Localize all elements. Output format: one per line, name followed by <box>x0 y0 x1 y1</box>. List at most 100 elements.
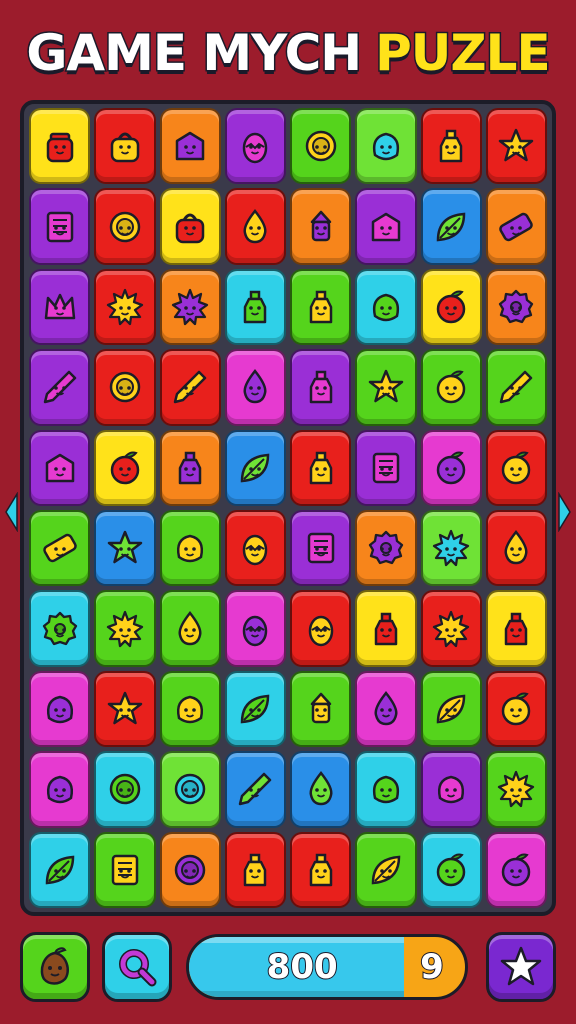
board-tile[interactable] <box>224 670 286 748</box>
board-tile[interactable] <box>290 188 352 265</box>
board-tile[interactable] <box>159 510 221 587</box>
board-tile[interactable] <box>355 349 417 426</box>
board-tile[interactable] <box>355 108 417 185</box>
board-tile[interactable] <box>290 590 352 667</box>
board-tile[interactable] <box>485 188 547 265</box>
board-tile[interactable] <box>159 429 221 506</box>
board-tile[interactable] <box>290 751 352 828</box>
board-tile[interactable] <box>290 670 352 748</box>
board-tile[interactable] <box>355 670 417 748</box>
board-tile[interactable] <box>159 831 221 908</box>
board-tile[interactable] <box>94 188 156 265</box>
board-tile[interactable] <box>420 108 482 185</box>
board-tile[interactable] <box>224 349 286 426</box>
board-tile[interactable] <box>290 510 352 587</box>
board-tile[interactable] <box>485 831 547 908</box>
board-tile[interactable] <box>485 429 547 506</box>
game-board <box>20 100 556 916</box>
board-tile[interactable] <box>355 590 417 667</box>
pencil-icon <box>239 773 272 806</box>
board-tile[interactable] <box>355 510 417 587</box>
lamp-icon <box>310 210 331 241</box>
star-button[interactable] <box>486 932 556 1002</box>
board-tile[interactable] <box>355 751 417 828</box>
board-tile[interactable] <box>94 751 156 828</box>
board-tile[interactable] <box>224 268 286 346</box>
board-tile[interactable] <box>29 510 91 587</box>
board-tile[interactable] <box>29 670 91 748</box>
scroll-right-arrow-icon[interactable] <box>558 492 572 532</box>
board-tile[interactable] <box>290 268 352 346</box>
powerup-button[interactable] <box>20 932 90 1002</box>
board-tile[interactable] <box>224 188 286 265</box>
bar-icon <box>499 212 534 241</box>
scroll-left-arrow-icon[interactable] <box>4 492 18 532</box>
board-tile[interactable] <box>485 590 547 667</box>
board-tile[interactable] <box>94 590 156 667</box>
board-tile[interactable] <box>420 188 482 265</box>
board-tile[interactable] <box>290 429 352 506</box>
fruit-icon <box>436 290 466 324</box>
board-tile[interactable] <box>29 108 91 185</box>
board-tile[interactable] <box>29 751 91 828</box>
board-tile[interactable] <box>94 831 156 908</box>
board-tile[interactable] <box>94 429 156 506</box>
board-tile[interactable] <box>485 108 547 185</box>
box-icon <box>371 212 401 241</box>
board-tile[interactable] <box>355 188 417 265</box>
board-tile[interactable] <box>355 831 417 908</box>
sun-icon <box>106 288 144 326</box>
coin-icon <box>109 372 141 403</box>
bottle-icon <box>309 853 332 887</box>
board-tile[interactable] <box>420 349 482 426</box>
board-tile[interactable] <box>159 108 221 185</box>
board-tile[interactable] <box>485 510 547 587</box>
board-tile[interactable] <box>29 831 91 908</box>
board-tile[interactable] <box>29 349 91 426</box>
fruit-icon <box>436 370 466 404</box>
board-tile[interactable] <box>29 429 91 506</box>
board-tile[interactable] <box>290 108 352 185</box>
board-tile[interactable] <box>29 268 91 346</box>
board-tile[interactable] <box>355 429 417 506</box>
crown-icon <box>44 293 75 320</box>
board-tile[interactable] <box>94 268 156 346</box>
search-button[interactable] <box>102 932 172 1002</box>
board-tile[interactable] <box>29 188 91 265</box>
board-tile[interactable] <box>485 751 547 828</box>
board-tile[interactable] <box>290 349 352 426</box>
board-tile[interactable] <box>420 429 482 506</box>
leaf-icon <box>241 453 270 483</box>
board-tile[interactable] <box>485 268 547 346</box>
board-tile[interactable] <box>159 751 221 828</box>
board-tile[interactable] <box>94 670 156 748</box>
board-tile[interactable] <box>29 590 91 667</box>
board-tile[interactable] <box>224 590 286 667</box>
board-tile[interactable] <box>94 510 156 587</box>
board-tile[interactable] <box>420 670 482 748</box>
board-tile[interactable] <box>420 831 482 908</box>
board-tile[interactable] <box>224 510 286 587</box>
board-tile[interactable] <box>159 268 221 346</box>
board-tile[interactable] <box>224 831 286 908</box>
board-tile[interactable] <box>420 590 482 667</box>
board-tile[interactable] <box>159 670 221 748</box>
board-tile[interactable] <box>420 751 482 828</box>
board-tile[interactable] <box>159 349 221 426</box>
leaf-icon <box>45 855 74 885</box>
board-tile[interactable] <box>485 349 547 426</box>
board-tile[interactable] <box>355 268 417 346</box>
board-tile[interactable] <box>224 429 286 506</box>
board-tile[interactable] <box>485 670 547 748</box>
board-tile[interactable] <box>159 590 221 667</box>
star-icon <box>499 128 534 162</box>
board-tile[interactable] <box>224 108 286 185</box>
board-tile[interactable] <box>94 349 156 426</box>
board-tile[interactable] <box>159 188 221 265</box>
board-tile[interactable] <box>420 510 482 587</box>
egg-icon <box>243 534 268 566</box>
board-tile[interactable] <box>94 108 156 185</box>
board-tile[interactable] <box>224 751 286 828</box>
board-tile[interactable] <box>290 831 352 908</box>
board-tile[interactable] <box>420 268 482 346</box>
